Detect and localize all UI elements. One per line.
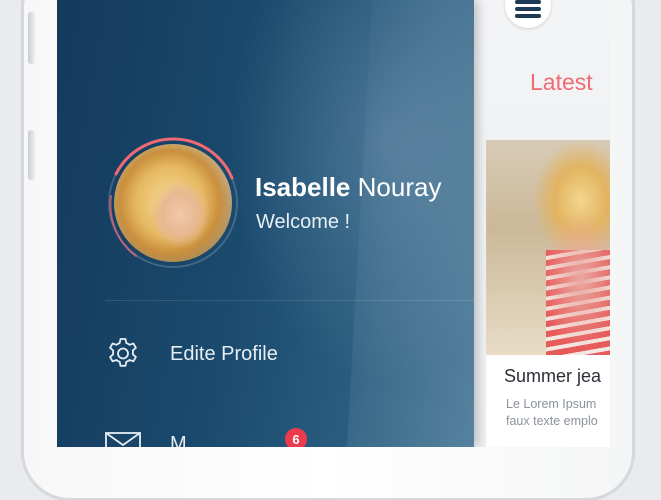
user-name: Isabelle Nouray [255,172,441,203]
post-excerpt: Le Lorem Ipsum faux texte emplo [506,396,598,430]
hamburger-icon [515,0,541,21]
post-card[interactable]: Summer jea Le Lorem Ipsum faux texte emp… [486,140,610,447]
user-first-name: Isabelle [255,172,351,202]
menu-item-label: M [170,432,187,448]
post-excerpt-line: faux texte emplo [506,414,598,428]
menu-item-edit-profile[interactable]: Edite Profile [104,334,278,374]
avatar-photo [114,144,232,262]
main-content: Latest Summer jea Le Lorem Ipsum faux te… [472,0,610,447]
side-drawer: Isabelle Nouray Welcome ! Edite Profile [57,0,487,447]
menu-button[interactable] [505,0,551,28]
divider [105,300,474,301]
post-photo [486,140,610,355]
user-last-name: Nouray [357,172,442,202]
menu-item-messages[interactable]: M [104,424,187,447]
drawer-sheen [347,0,487,447]
profile-avatar[interactable] [106,136,240,270]
welcome-text: Welcome ! [256,211,351,233]
notification-badge: 6 [285,428,307,447]
post-title: Summer jea [504,366,602,386]
volume-up-button [28,12,35,64]
tab-latest[interactable]: Latest [530,69,593,96]
gear-icon [104,335,142,373]
phone-screen: Latest Summer jea Le Lorem Ipsum faux te… [57,0,610,447]
volume-down-button [28,130,35,180]
menu-item-label: Edite Profile [170,342,278,365]
post-excerpt-line: Le Lorem Ipsum [506,397,597,411]
envelope-icon [104,425,142,447]
